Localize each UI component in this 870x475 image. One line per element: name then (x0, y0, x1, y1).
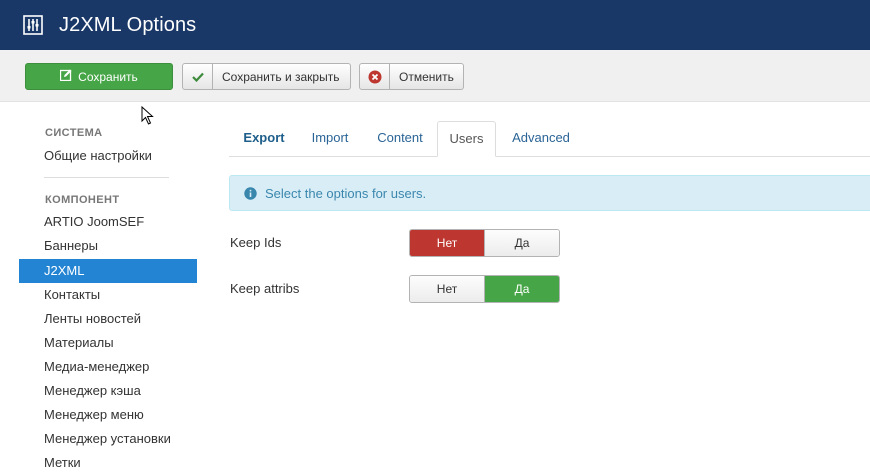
keep-ids-toggle: Нет Да (409, 229, 560, 257)
tab-users[interactable]: Users (437, 121, 496, 157)
save-button[interactable]: Сохранить (25, 63, 173, 90)
sidebar-heading-system: СИСТЕМА (45, 127, 103, 139)
cancel-circle-icon (360, 64, 390, 89)
checkmark-icon (183, 64, 213, 89)
sidebar-item-media-manager[interactable]: Медиа-менеджер (19, 355, 197, 379)
edit-icon (60, 69, 72, 84)
page-title: J2XML Options (59, 13, 197, 36)
sidebar-item-banners[interactable]: Баннеры (19, 234, 197, 258)
sidebar-divider (44, 177, 169, 178)
cancel-label: Отменить (399, 69, 454, 84)
cancel-button[interactable]: Отменить (359, 63, 464, 90)
sidebar-item-artio-joomsef[interactable]: ARTIO JoomSEF (19, 210, 197, 234)
tab-export[interactable]: Export (231, 121, 297, 157)
tab-advanced[interactable]: Advanced (505, 121, 577, 157)
options-tabs: Export Import Content Users Advanced (229, 121, 870, 157)
sidebar-item-general-settings[interactable]: Общие настройки (19, 144, 197, 168)
sidebar-item-tags[interactable]: Метки (19, 451, 197, 475)
sidebar-item-j2xml[interactable]: J2XML (19, 259, 197, 283)
sidebar-heading-component: КОМПОНЕНТ (45, 194, 120, 206)
info-icon (244, 186, 257, 200)
keep-ids-no-option[interactable]: Нет (410, 230, 484, 256)
tab-import[interactable]: Import (304, 121, 356, 157)
sidebar-item-contacts[interactable]: Контакты (19, 283, 197, 307)
sidebar: СИСТЕМА Общие настройки КОМПОНЕНТ ARTIO … (19, 102, 197, 470)
keep-attribs-toggle: Нет Да (409, 275, 560, 303)
mouse-pointer-icon (141, 105, 155, 131)
save-and-close-label: Сохранить и закрыть (222, 69, 340, 84)
keep-ids-label: Keep Ids (230, 235, 282, 250)
sidebar-item-cache-manager[interactable]: Менеджер кэша (19, 379, 197, 403)
keep-attribs-yes-option[interactable]: Да (484, 276, 559, 302)
tab-content[interactable]: Content (369, 121, 431, 157)
save-and-close-button[interactable]: Сохранить и закрыть (182, 63, 351, 90)
info-alert-text: Select the options for users. (265, 185, 427, 201)
sidebar-item-articles[interactable]: Материалы (19, 331, 197, 355)
save-button-label: Сохранить (78, 69, 138, 84)
sidebar-item-menu-manager[interactable]: Менеджер меню (19, 403, 197, 427)
toolbar: Сохранить Сохранить и закрыть Отменить (0, 50, 870, 102)
info-alert: Select the options for users. (229, 175, 870, 211)
app-header: J2XML Options (0, 0, 870, 50)
sidebar-item-newsfeeds[interactable]: Ленты новостей (19, 307, 197, 331)
keep-ids-yes-option[interactable]: Да (484, 230, 559, 256)
settings-sliders-icon (22, 14, 44, 36)
sidebar-item-installer[interactable]: Менеджер установки (19, 427, 197, 451)
keep-attribs-label: Keep attribs (230, 281, 300, 296)
keep-attribs-no-option[interactable]: Нет (410, 276, 484, 302)
